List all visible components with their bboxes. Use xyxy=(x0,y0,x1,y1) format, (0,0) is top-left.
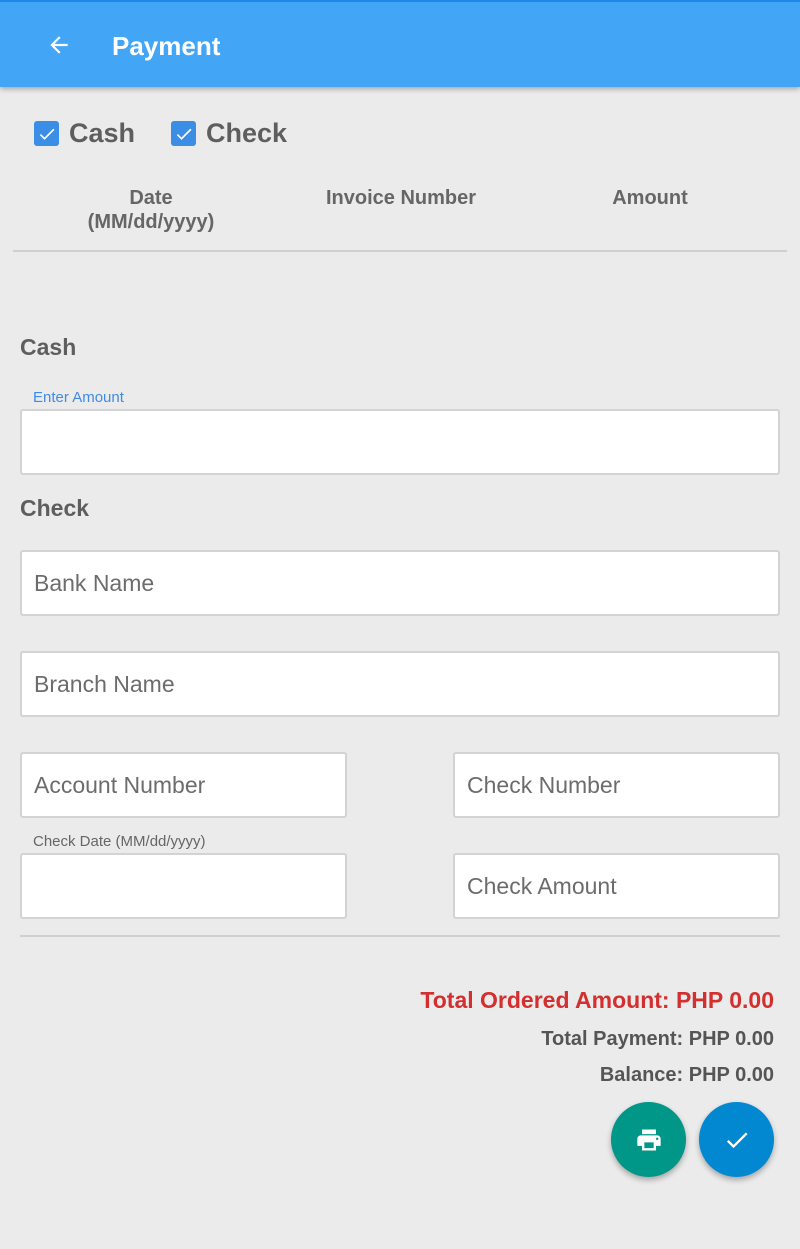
cash-section-title: Cash xyxy=(20,334,77,360)
balance: Balance: PHP 0.00 xyxy=(599,1064,774,1086)
total-ordered-amount: Total Ordered Amount: PHP 0.00 xyxy=(420,987,774,1013)
cash-checkbox[interactable]: Cash xyxy=(34,118,135,149)
check-section-title: Check xyxy=(20,495,90,521)
bank-name-input[interactable]: Bank Name xyxy=(20,550,780,616)
check-date-label: Check Date (MM/dd/yyyy) xyxy=(33,833,206,850)
arrow-back-icon xyxy=(50,36,68,54)
total-payment: Total Payment: PHP 0.00 xyxy=(541,1028,774,1050)
cash-amount-input[interactable] xyxy=(20,409,780,475)
app-bar: Payment xyxy=(0,0,800,87)
check-number-input[interactable]: Check Number xyxy=(453,752,780,818)
print-icon xyxy=(636,1129,661,1150)
checkbox-checked-icon xyxy=(34,121,59,146)
divider xyxy=(20,935,780,937)
account-number-input[interactable]: Account Number xyxy=(20,752,347,818)
payment-type-row: Cash Check xyxy=(34,118,323,149)
column-header-amount: Amount xyxy=(612,187,688,209)
check-checkbox-label: Check xyxy=(206,118,288,148)
check-icon xyxy=(726,1132,747,1148)
cash-checkbox-label: Cash xyxy=(69,118,136,148)
page-title: Payment xyxy=(112,31,221,61)
invoice-table-header: Date (MM/dd/yyyy) Invoice Number Amount xyxy=(13,186,787,252)
confirm-button[interactable] xyxy=(699,1102,774,1177)
checkbox-checked-icon xyxy=(171,121,197,146)
check-amount-input[interactable]: Check Amount xyxy=(453,853,780,919)
check-date-input[interactable] xyxy=(20,853,347,919)
column-header-date: Date (MM/dd/yyyy) xyxy=(87,187,215,233)
back-button[interactable] xyxy=(36,22,82,68)
print-button[interactable] xyxy=(611,1102,686,1177)
enter-amount-label: Enter Amount xyxy=(33,389,124,406)
branch-name-input[interactable]: Branch Name xyxy=(20,651,780,717)
check-checkbox[interactable]: Check xyxy=(171,118,287,149)
column-header-invoice-number: Invoice Number xyxy=(325,187,477,209)
